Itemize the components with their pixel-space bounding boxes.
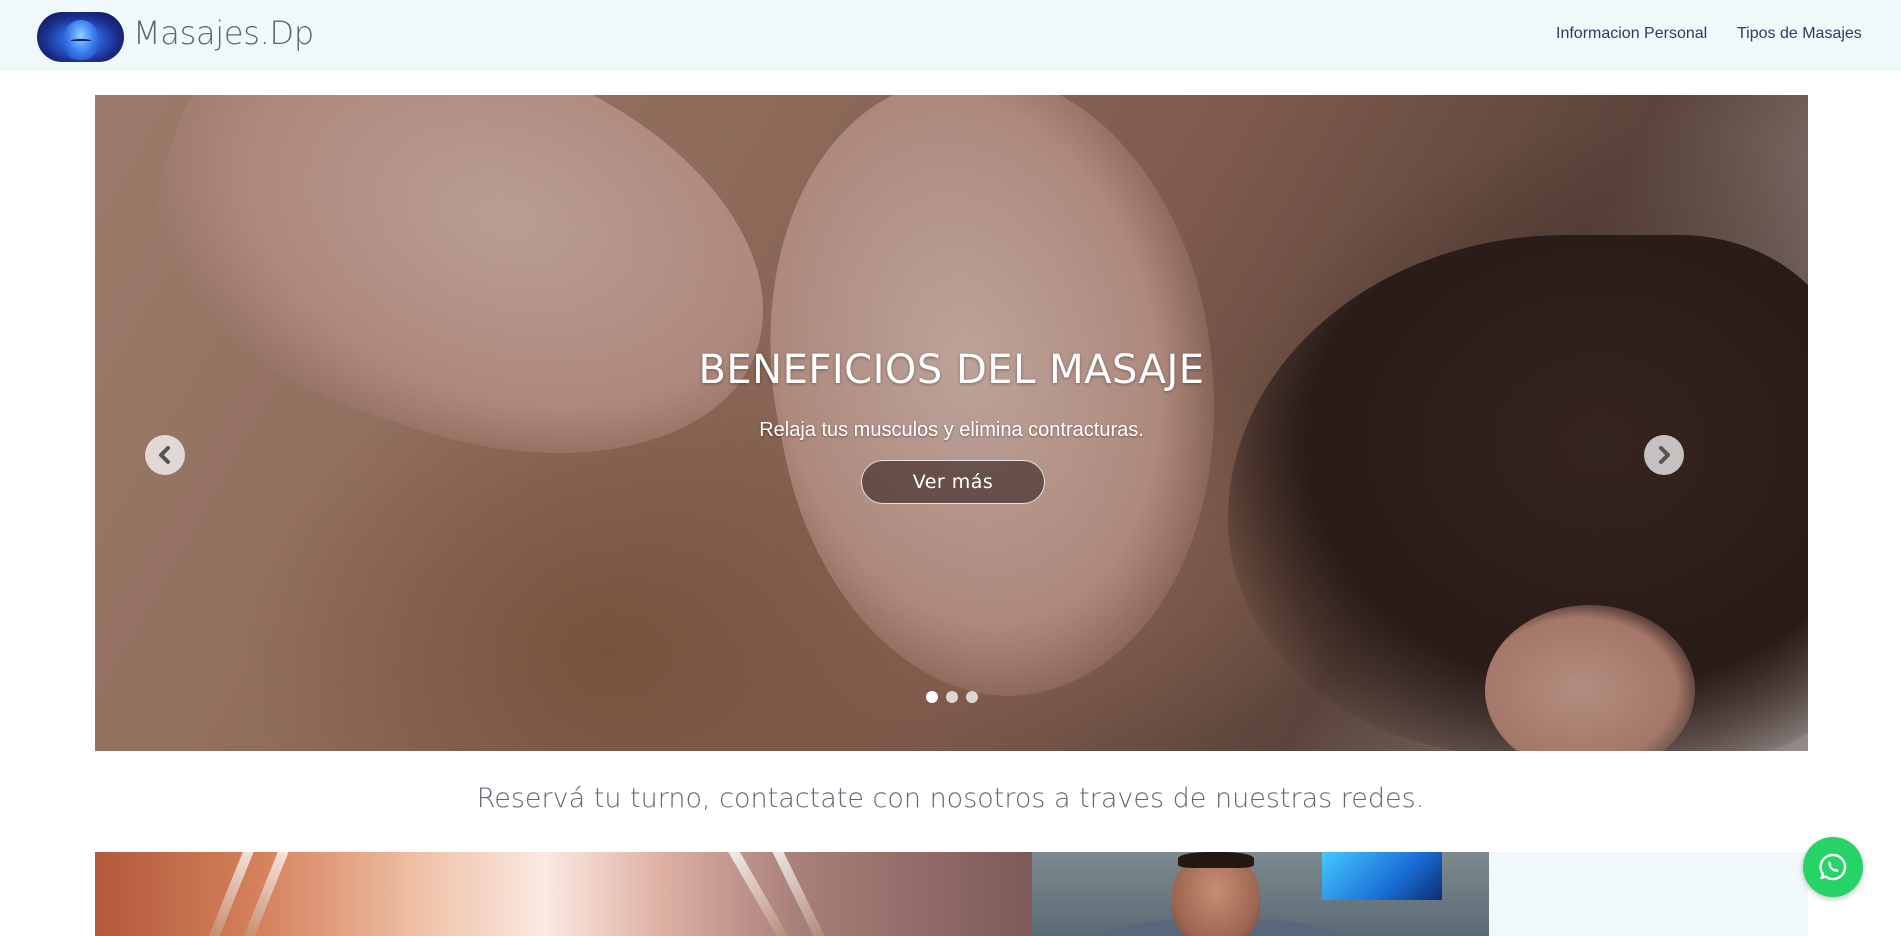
carousel-caption-title: BENEFICIOS DEL MASAJE	[698, 347, 1205, 393]
carousel-indicator-1[interactable]	[925, 691, 938, 703]
carousel-indicators	[95, 691, 1808, 703]
brand-name[interactable]: Masajes.Dp	[133, 14, 314, 52]
gallery-placeholder	[1489, 852, 1808, 936]
gallery-row	[95, 852, 1808, 936]
hero-carousel: BENEFICIOS DEL MASAJE Relaja tus musculo…	[95, 95, 1808, 751]
chevron-right-icon	[1659, 446, 1670, 464]
carousel-indicator-2[interactable]	[945, 691, 958, 703]
chevron-left-icon	[159, 446, 170, 464]
whatsapp-button[interactable]	[1803, 837, 1863, 897]
image-hair	[1178, 852, 1254, 868]
carousel-next-button[interactable]	[1644, 435, 1684, 475]
nav-link-tipos-de-masajes[interactable]: Tipos de Masajes	[1737, 25, 1862, 43]
gallery-image-therapist	[1032, 852, 1489, 936]
nav-link-informacion-personal[interactable]: Informacion Personal	[1556, 25, 1707, 43]
carousel-prev-button[interactable]	[145, 435, 185, 475]
gallery-image-lamp	[95, 852, 1032, 936]
navbar: Masajes.Dp Informacion Personal Tipos de…	[0, 0, 1901, 70]
carousel-indicator-3[interactable]	[965, 691, 978, 703]
whatsapp-icon	[1819, 853, 1847, 881]
contact-tagline: Reservá tu turno, contactate con nosotro…	[476, 783, 1425, 814]
brand-logo[interactable]	[37, 12, 124, 62]
ver-mas-button[interactable]: Ver más	[861, 460, 1045, 504]
image-screen	[1322, 852, 1442, 900]
carousel-caption-text: Relaja tus musculos y elimina contractur…	[759, 419, 1144, 441]
buddha-eyes	[71, 39, 91, 42]
